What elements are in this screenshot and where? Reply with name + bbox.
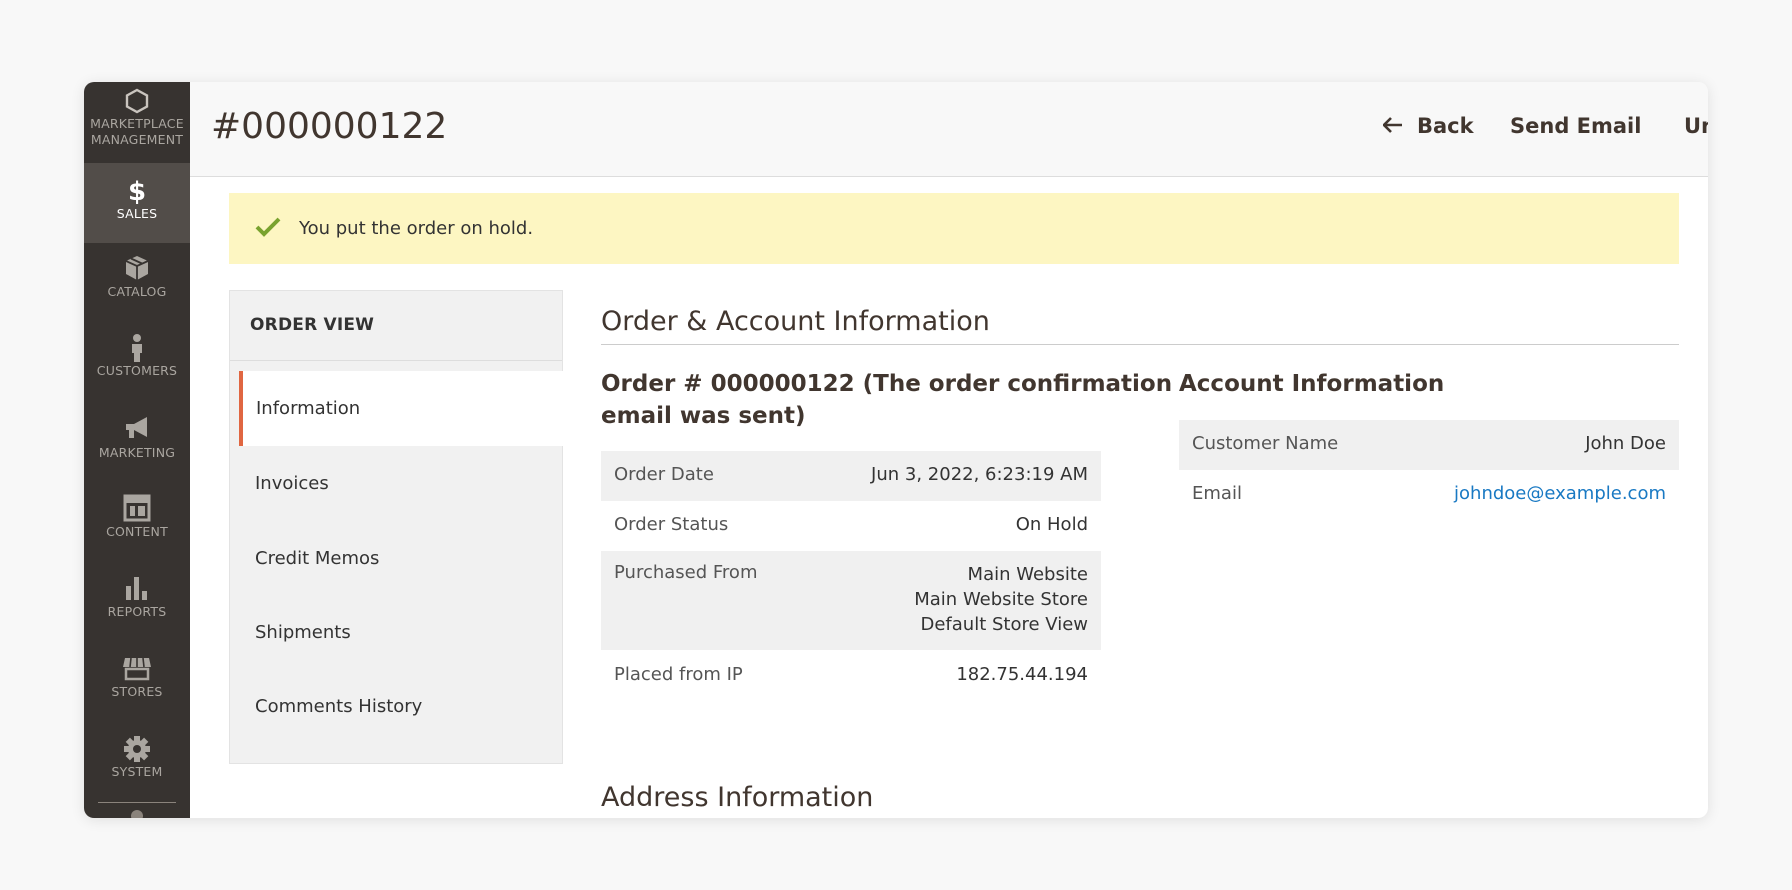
sidebar-item-sales[interactable]: $ SALES bbox=[84, 163, 190, 243]
order-status-value: On Hold bbox=[1015, 514, 1088, 535]
sidebar-item-customers[interactable]: CUSTOMERS bbox=[84, 333, 190, 379]
order-date-value: Jun 3, 2022, 6:23:19 AM bbox=[871, 464, 1088, 485]
sidebar-item-label: SYSTEM bbox=[111, 764, 163, 779]
table-row: Email johndoe@example.com bbox=[1179, 470, 1679, 520]
order-view-title: ORDER VIEW bbox=[250, 315, 375, 335]
customer-name-value: John Doe bbox=[1585, 433, 1666, 454]
table-row: Order Date Jun 3, 2022, 6:23:19 AM bbox=[601, 451, 1101, 501]
dollar-icon: $ bbox=[84, 176, 190, 206]
table-row: Purchased From Main Website Main Website… bbox=[601, 551, 1101, 650]
logo-label-line2: MANAGEMENT bbox=[90, 132, 184, 147]
sidebar-item-label: REPORTS bbox=[107, 604, 167, 619]
sidebar-item-catalog[interactable]: CATALOG bbox=[84, 254, 190, 300]
tab-invoices[interactable]: Invoices bbox=[239, 446, 563, 521]
purchased-from-value: Main Website Main Website Store Default … bbox=[914, 562, 1088, 637]
tab-information[interactable]: Information bbox=[239, 371, 563, 446]
arrow-left-icon bbox=[1382, 114, 1417, 138]
admin-window: MARKETPLACE MANAGEMENT $ SALES CATALOG C… bbox=[84, 82, 1708, 818]
person-icon bbox=[84, 333, 190, 363]
store-view-name: Default Store View bbox=[920, 614, 1088, 635]
admin-sidebar: MARKETPLACE MANAGEMENT $ SALES CATALOG C… bbox=[84, 82, 190, 818]
megaphone-icon bbox=[84, 415, 190, 445]
order-view-tabs: ORDER VIEW Information Invoices Credit M… bbox=[229, 290, 563, 764]
back-label: Back bbox=[1417, 114, 1474, 138]
box-icon bbox=[84, 254, 190, 284]
bar-chart-icon bbox=[84, 574, 190, 604]
sidebar-partial-icon[interactable] bbox=[131, 810, 143, 818]
gear-icon bbox=[84, 734, 190, 764]
section-title: Order & Account Information bbox=[601, 306, 990, 337]
tab-credit-memos[interactable]: Credit Memos bbox=[239, 521, 563, 596]
sidebar-item-marketing[interactable]: MARKETING bbox=[84, 415, 190, 461]
back-button[interactable]: Back bbox=[1382, 114, 1474, 138]
sidebar-item-system[interactable]: SYSTEM bbox=[84, 734, 190, 780]
table-row: Placed from IP 182.75.44.194 bbox=[601, 650, 1101, 700]
order-heading-line2: email was sent) bbox=[601, 403, 806, 429]
marketplace-management-logo[interactable]: MARKETPLACE MANAGEMENT bbox=[84, 88, 190, 148]
success-message: You put the order on hold. bbox=[229, 193, 1679, 264]
purchased-from-label: Purchased From bbox=[614, 562, 758, 583]
sidebar-item-label: CONTENT bbox=[106, 524, 168, 539]
send-email-button[interactable]: Send Email bbox=[1510, 114, 1641, 138]
sidebar-item-label: STORES bbox=[111, 684, 163, 699]
sidebar-divider bbox=[98, 802, 176, 803]
hexagon-logo-icon bbox=[84, 88, 190, 116]
message-text: You put the order on hold. bbox=[299, 218, 534, 239]
order-date-label: Order Date bbox=[614, 464, 714, 485]
svg-text:$: $ bbox=[128, 177, 146, 204]
table-row: Order Status On Hold bbox=[601, 501, 1101, 551]
unhold-button[interactable]: Unhold bbox=[1684, 114, 1708, 138]
order-status-label: Order Status bbox=[614, 514, 729, 535]
section-divider bbox=[601, 344, 1679, 345]
email-label: Email bbox=[1192, 483, 1242, 504]
sidebar-item-content[interactable]: CONTENT bbox=[84, 494, 190, 540]
nav-divider bbox=[230, 360, 562, 361]
table-row: Customer Name John Doe bbox=[1179, 420, 1679, 470]
checkmark-icon bbox=[255, 217, 281, 241]
account-heading: Account Information bbox=[1179, 371, 1445, 397]
tab-comments-history[interactable]: Comments History bbox=[239, 669, 563, 744]
logo-label-line1: MARKETPLACE bbox=[90, 116, 184, 131]
sidebar-item-stores[interactable]: STORES bbox=[84, 654, 190, 700]
sidebar-item-label: CUSTOMERS bbox=[96, 363, 178, 378]
sidebar-item-label: SALES bbox=[116, 206, 158, 221]
placed-ip-value: 182.75.44.194 bbox=[956, 664, 1088, 685]
page-header: #000000122 Back Send Email Unhold bbox=[190, 82, 1708, 177]
storefront-icon bbox=[84, 654, 190, 684]
website-name: Main Website bbox=[967, 564, 1088, 585]
email-link[interactable]: johndoe@example.com bbox=[1454, 483, 1666, 504]
placed-ip-label: Placed from IP bbox=[614, 664, 743, 685]
store-name: Main Website Store bbox=[914, 589, 1088, 610]
address-section-title: Address Information bbox=[601, 782, 874, 813]
layout-icon bbox=[84, 494, 190, 524]
order-heading: Order # 000000122 (The order confirmatio… bbox=[601, 368, 1172, 432]
order-heading-line1: Order # 000000122 (The order confirmatio… bbox=[601, 371, 1173, 397]
sidebar-item-label: CATALOG bbox=[107, 284, 167, 299]
sidebar-item-label: MARKETING bbox=[98, 445, 176, 460]
order-info-table: Order Date Jun 3, 2022, 6:23:19 AM Order… bbox=[601, 451, 1101, 700]
tab-shipments[interactable]: Shipments bbox=[239, 595, 563, 670]
sidebar-item-reports[interactable]: REPORTS bbox=[84, 574, 190, 620]
page-title: #000000122 bbox=[211, 106, 448, 147]
customer-name-label: Customer Name bbox=[1192, 433, 1339, 454]
account-info-table: Customer Name John Doe Email johndoe@exa… bbox=[1179, 420, 1679, 520]
